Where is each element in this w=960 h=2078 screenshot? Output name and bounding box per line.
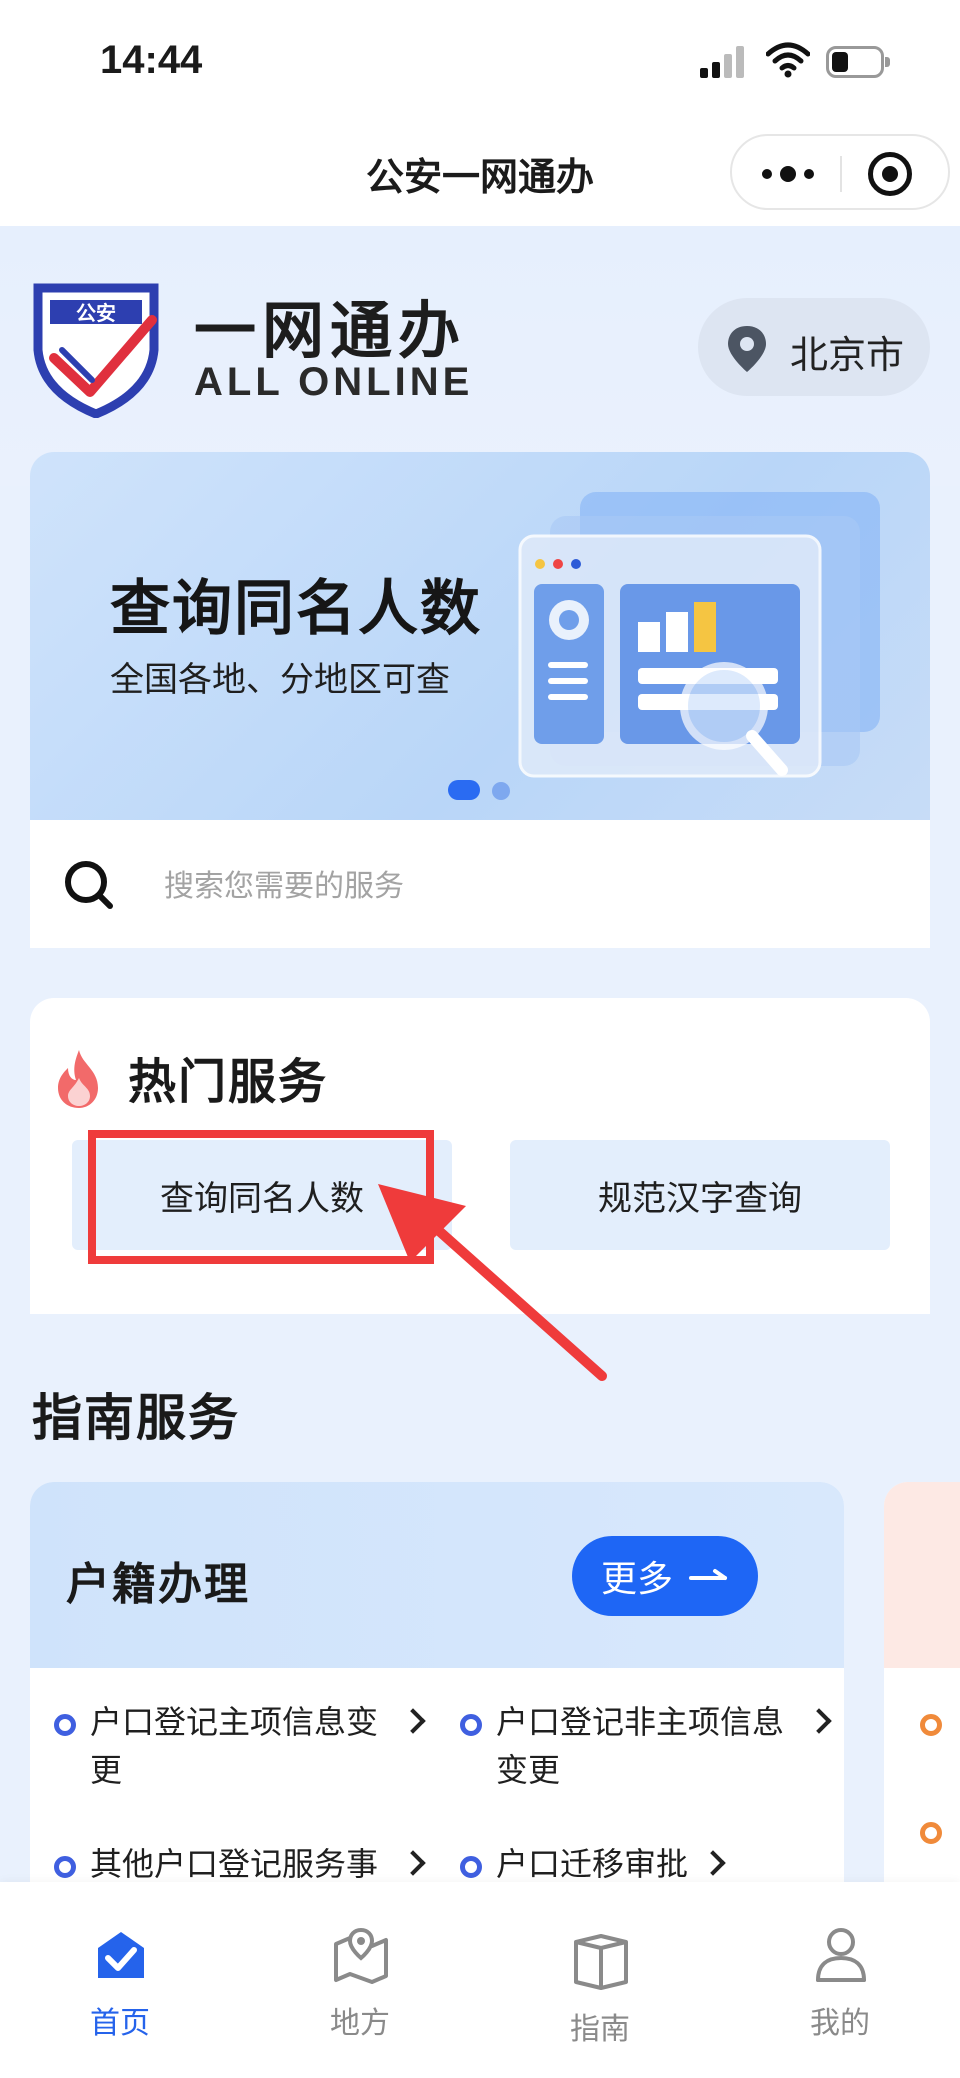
bullet-icon xyxy=(54,1714,76,1736)
more-button-label: 更多 xyxy=(600,1559,673,1600)
city-selector[interactable]: 北京市 xyxy=(698,298,930,396)
tab-mine[interactable]: 我的 xyxy=(760,1926,920,2046)
bullet-icon xyxy=(460,1714,482,1736)
banner-illustration xyxy=(518,492,880,778)
logo-badge-text: 公安 xyxy=(76,301,116,325)
banner-pagination xyxy=(448,780,528,800)
guide-item[interactable]: 其他户口登记服务事 xyxy=(54,1840,434,1882)
more-icon[interactable] xyxy=(762,162,816,186)
logo-title: 一网通办 xyxy=(194,294,467,367)
police-shield-logo: 公安 xyxy=(33,283,159,418)
tab-label: 首页 xyxy=(90,2006,150,2041)
search-input[interactable] xyxy=(164,864,864,908)
next-guide-card[interactable] xyxy=(884,1482,960,1882)
close-miniprogram-icon[interactable] xyxy=(868,152,912,196)
miniprogram-capsule xyxy=(730,134,950,210)
book-icon xyxy=(574,1934,628,1990)
bullet-icon xyxy=(54,1856,76,1878)
guide-card-header: 户籍办理 更多 xyxy=(30,1482,844,1668)
banner-subtitle: 全国各地、分地区可查 xyxy=(110,660,450,700)
annotation-arrow-icon xyxy=(378,1184,607,1381)
guide-item[interactable]: 户口登记非主项信息 变更 xyxy=(460,1698,840,1798)
hot-services-title: 热门服务 xyxy=(128,1054,329,1110)
city-name: 北京市 xyxy=(790,333,905,377)
map-icon xyxy=(334,1927,388,1984)
status-bar: 14:44 xyxy=(0,0,960,118)
logo-subtitle: ALL ONLINE xyxy=(194,360,474,404)
home-icon xyxy=(98,1932,144,1978)
bullet-icon xyxy=(920,1714,942,1736)
bullet-icon xyxy=(920,1822,942,1844)
more-button[interactable]: 更多 xyxy=(572,1536,758,1616)
promo-banner[interactable]: 查询同名人数 全国各地、分地区可查 xyxy=(30,452,930,820)
guide-item-label: 户口迁移审批 xyxy=(496,1845,689,1882)
guide-item[interactable]: 户口登记主项信息变更 xyxy=(54,1698,434,1798)
signal-icon xyxy=(700,46,748,78)
household-registration-card: 户籍办理 更多 户口登记主项信息变更 户口登记非主项信息 变更 其他户口登记服务事… xyxy=(30,1482,844,1882)
status-time: 14:44 xyxy=(100,38,203,82)
guide-item-label: 其他户口登记服务事 xyxy=(90,1845,379,1882)
nav-bar: 公安一网通办 xyxy=(0,118,960,226)
tab-label: 地方 xyxy=(330,2006,390,2041)
location-pin-icon xyxy=(728,326,766,372)
chevron-right-icon xyxy=(806,1708,832,1734)
search-bar[interactable] xyxy=(30,820,930,948)
guide-services-title: 指南服务 xyxy=(32,1389,240,1447)
tab-guide[interactable]: 指南 xyxy=(520,1926,680,2047)
tab-home[interactable]: 首页 xyxy=(40,1926,200,2046)
banner-title: 查询同名人数 xyxy=(110,574,482,644)
wifi-icon xyxy=(766,42,810,78)
tab-label: 指南 xyxy=(570,2012,630,2047)
arrow-right-icon xyxy=(689,1569,727,1580)
chevron-right-icon xyxy=(400,1708,426,1734)
chevron-right-icon xyxy=(700,1850,726,1876)
guide-item-label: 户口登记主项信息变 xyxy=(90,1703,379,1741)
tab-label: 我的 xyxy=(810,2006,870,2041)
guide-item-label: 户口登记非主项信息 xyxy=(496,1703,785,1741)
fire-icon xyxy=(58,1050,98,1108)
pagination-dot-active[interactable] xyxy=(448,780,480,800)
user-icon xyxy=(816,1928,866,1982)
bottom-tab-bar: 首页 地方 指南 我的 xyxy=(0,1882,960,2078)
tab-local[interactable]: 地方 xyxy=(280,1926,440,2046)
search-icon xyxy=(65,861,113,909)
battery-icon xyxy=(826,46,890,78)
guide-card-title: 户籍办理 xyxy=(66,1559,250,1610)
pagination-dot[interactable] xyxy=(492,782,510,800)
bullet-icon xyxy=(460,1856,482,1878)
chevron-right-icon xyxy=(400,1850,426,1876)
guide-item[interactable]: 户口迁移审批 xyxy=(460,1840,840,1882)
